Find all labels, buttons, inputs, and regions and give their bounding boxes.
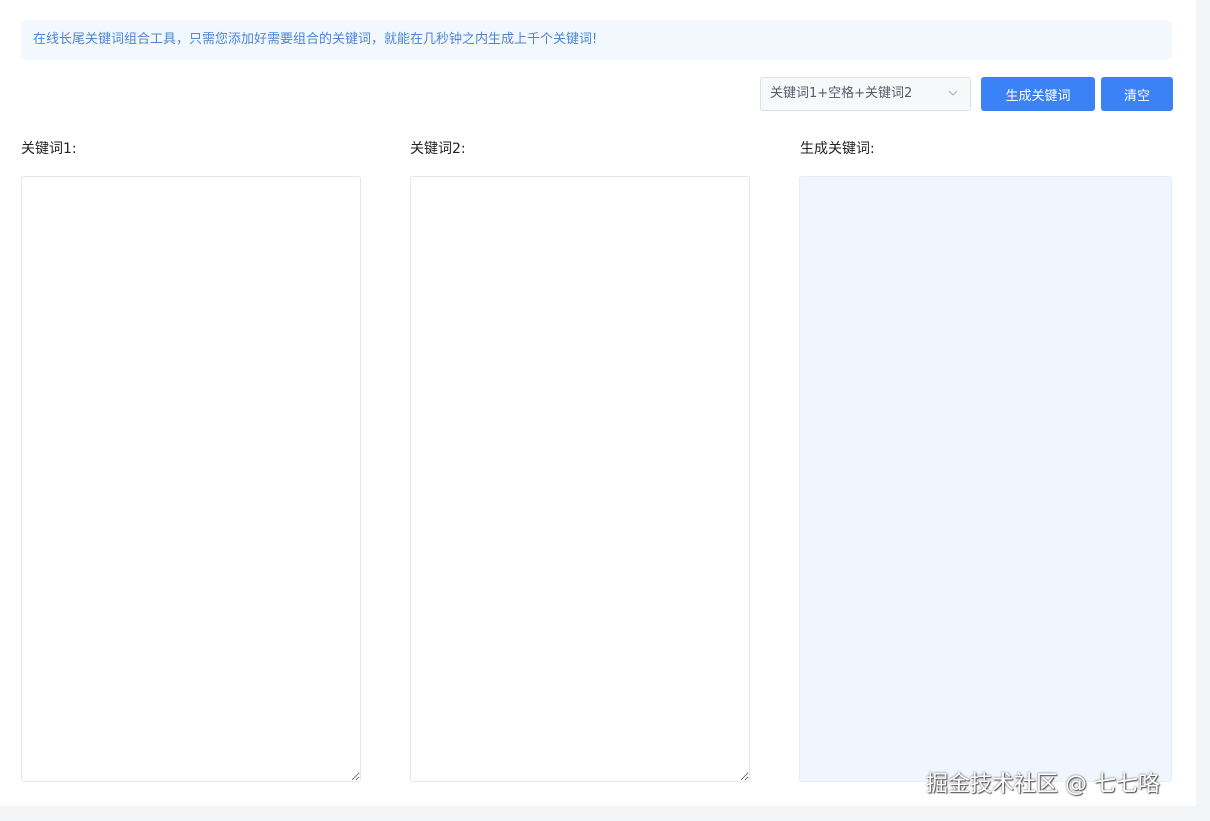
keyword1-label: 关键词1: bbox=[21, 141, 77, 157]
result-textarea[interactable] bbox=[799, 176, 1172, 782]
keyword2-textarea[interactable] bbox=[410, 176, 750, 782]
clear-button[interactable]: 清空 bbox=[1101, 77, 1173, 111]
notice-text: 在线长尾关键词组合工具，只需您添加好需要组合的关键词，就能在几秒钟之内生成上千个… bbox=[33, 32, 598, 47]
generate-keywords-button[interactable]: 生成关键词 bbox=[981, 77, 1095, 111]
chevron-down-icon bbox=[948, 90, 958, 96]
combine-mode-select[interactable]: 关键词1+空格+关键词2 bbox=[760, 77, 971, 111]
combine-mode-value: 关键词1+空格+关键词2 bbox=[770, 86, 913, 101]
right-gutter bbox=[1196, 0, 1210, 821]
keyword2-label: 关键词2: bbox=[410, 141, 466, 157]
info-notice: 在线长尾关键词组合工具，只需您添加好需要组合的关键词，就能在几秒钟之内生成上千个… bbox=[21, 20, 1172, 60]
keyword1-textarea[interactable] bbox=[21, 176, 361, 782]
watermark-text: 掘金技术社区 @ 七七咯 bbox=[926, 772, 1160, 797]
result-label: 生成关键词: bbox=[800, 141, 875, 157]
bottom-band bbox=[0, 806, 1196, 821]
page-container: 在线长尾关键词组合工具，只需您添加好需要组合的关键词，就能在几秒钟之内生成上千个… bbox=[0, 0, 1196, 806]
